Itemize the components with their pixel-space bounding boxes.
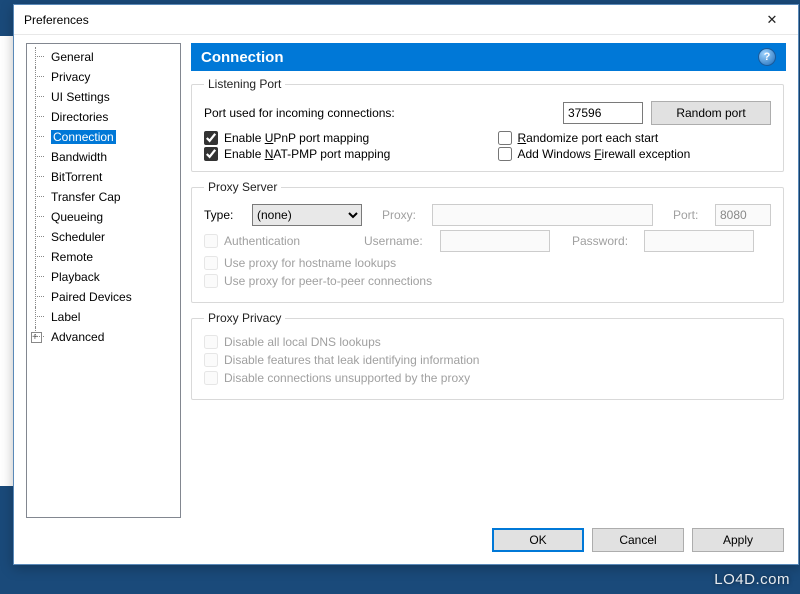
sidebar-item-playback[interactable]: Playback xyxy=(29,267,178,287)
proxy-hostname-checkbox: Use proxy for hostname lookups xyxy=(204,256,396,270)
proxy-user-label: Username: xyxy=(364,234,432,248)
watermark: LO4D.com xyxy=(714,571,790,588)
proxy-pass-label: Password: xyxy=(572,234,636,248)
natpmp-checkbox[interactable]: Enable NAT-PMP port mapping xyxy=(204,147,478,161)
close-button[interactable]: ✕ xyxy=(752,8,792,32)
random-port-button[interactable]: Random port xyxy=(651,101,771,125)
port-input[interactable] xyxy=(563,102,643,124)
settings-panel: Connection ? Listening Port Port used fo… xyxy=(191,43,786,518)
disable-dns-checkbox: Disable all local DNS lookups xyxy=(204,335,381,349)
sidebar-item-queueing[interactable]: Queueing xyxy=(29,207,178,227)
proxy-p2p-checkbox: Use proxy for peer-to-peer connections xyxy=(204,274,432,288)
dialog-buttons: OK Cancel Apply xyxy=(14,518,798,564)
cancel-button[interactable]: Cancel xyxy=(592,528,684,552)
natpmp-check-input[interactable] xyxy=(204,147,218,161)
proxy-server-group: Proxy Server Type: (none) Proxy: Port: A… xyxy=(191,180,784,303)
disable-unsupported-checkbox: Disable connections unsupported by the p… xyxy=(204,371,470,385)
proxy-host-input xyxy=(432,204,653,226)
sidebar-item-connection[interactable]: Connection xyxy=(29,127,178,147)
sidebar-item-privacy[interactable]: Privacy xyxy=(29,67,178,87)
firewall-check-input[interactable] xyxy=(498,147,512,161)
sidebar-item-advanced[interactable]: Advanced xyxy=(29,327,178,347)
panel-title: Connection xyxy=(201,49,284,66)
sidebar-item-transfer-cap[interactable]: Transfer Cap xyxy=(29,187,178,207)
sidebar-item-paired-devices[interactable]: Paired Devices xyxy=(29,287,178,307)
sidebar-item-directories[interactable]: Directories xyxy=(29,107,178,127)
apply-button[interactable]: Apply xyxy=(692,528,784,552)
randomize-checkbox[interactable]: Randomize port each start xyxy=(498,131,772,145)
window-title: Preferences xyxy=(24,13,89,27)
proxy-user-input xyxy=(440,230,550,252)
close-icon: ✕ xyxy=(767,12,778,28)
upnp-check-input[interactable] xyxy=(204,131,218,145)
randomize-check-input[interactable] xyxy=(498,131,512,145)
sidebar-item-label[interactable]: Label xyxy=(29,307,178,327)
panel-header: Connection ? xyxy=(191,43,786,71)
ok-button[interactable]: OK xyxy=(492,528,584,552)
firewall-checkbox[interactable]: Add Windows Firewall exception xyxy=(498,147,772,161)
sidebar-item-general[interactable]: General xyxy=(29,47,178,67)
preferences-dialog: Preferences ✕ GeneralPrivacyUI SettingsD… xyxy=(13,4,799,565)
proxy-host-label: Proxy: xyxy=(382,208,424,222)
proxy-port-input xyxy=(715,204,771,226)
proxy-auth-checkbox: Authentication xyxy=(204,234,356,248)
proxy-port-label: Port: xyxy=(673,208,707,222)
sidebar-item-remote[interactable]: Remote xyxy=(29,247,178,267)
sidebar-item-scheduler[interactable]: Scheduler xyxy=(29,227,178,247)
proxy-privacy-legend: Proxy Privacy xyxy=(204,311,285,325)
port-label: Port used for incoming connections: xyxy=(204,106,395,120)
sidebar-item-bandwidth[interactable]: Bandwidth xyxy=(29,147,178,167)
titlebar: Preferences ✕ xyxy=(14,5,798,35)
help-icon[interactable]: ? xyxy=(758,48,776,66)
listening-port-group: Listening Port Port used for incoming co… xyxy=(191,77,784,172)
proxy-privacy-group: Proxy Privacy Disable all local DNS look… xyxy=(191,311,784,400)
proxy-pass-input xyxy=(644,230,754,252)
proxy-type-label: Type: xyxy=(204,208,244,222)
proxy-type-select[interactable]: (none) xyxy=(252,204,362,226)
sidebar-item-ui-settings[interactable]: UI Settings xyxy=(29,87,178,107)
category-tree[interactable]: GeneralPrivacyUI SettingsDirectoriesConn… xyxy=(26,43,181,518)
sidebar-item-bittorrent[interactable]: BitTorrent xyxy=(29,167,178,187)
listening-port-legend: Listening Port xyxy=(204,77,285,91)
upnp-checkbox[interactable]: Enable UPnP port mapping xyxy=(204,131,478,145)
disable-leak-checkbox: Disable features that leak identifying i… xyxy=(204,353,479,367)
proxy-server-legend: Proxy Server xyxy=(204,180,281,194)
